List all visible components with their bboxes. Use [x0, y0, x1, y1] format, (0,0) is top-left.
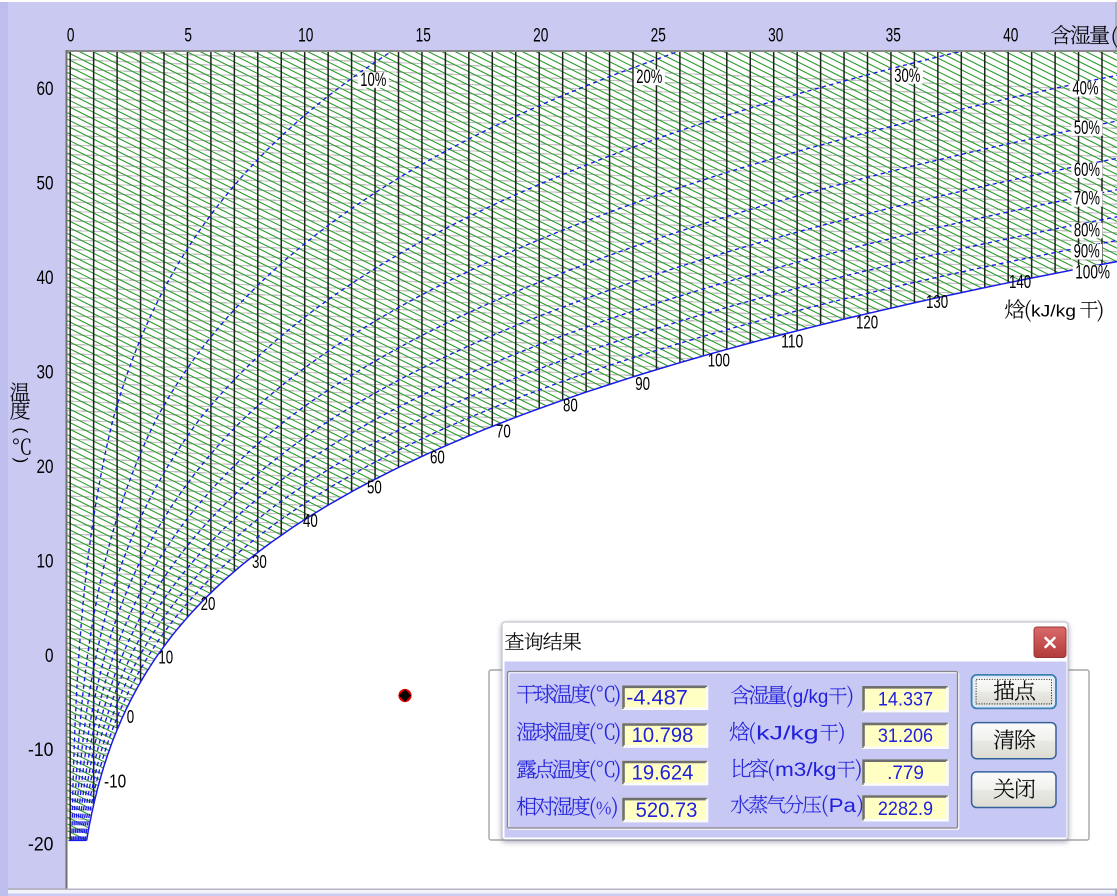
- svg-text:kJ/kg: kJ/kg: [1031, 302, 1076, 321]
- svg-text:20: 20: [37, 457, 54, 478]
- svg-text:90: 90: [635, 374, 650, 394]
- svg-text:20: 20: [201, 594, 216, 614]
- svg-text:g/kg: g/kg: [793, 687, 829, 708]
- svg-text:15: 15: [416, 26, 431, 47]
- svg-text:): ): [12, 458, 31, 464]
- svg-text:40: 40: [1003, 26, 1018, 47]
- svg-text:-4.487: -4.487: [626, 686, 688, 710]
- svg-text:-10: -10: [104, 772, 126, 792]
- svg-text:80: 80: [563, 396, 578, 416]
- svg-text:90%: 90%: [1074, 242, 1100, 263]
- svg-text:5: 5: [184, 26, 192, 47]
- svg-text:110: 110: [781, 332, 803, 352]
- svg-text:100: 100: [708, 351, 730, 371]
- svg-text:30: 30: [252, 552, 267, 572]
- svg-text:40: 40: [37, 268, 54, 289]
- svg-text:2282.9: 2282.9: [878, 798, 933, 820]
- svg-text:130: 130: [926, 292, 948, 312]
- svg-text:60%: 60%: [1074, 160, 1100, 181]
- svg-text:60: 60: [430, 448, 445, 468]
- svg-text:100%: 100%: [1075, 263, 1110, 284]
- svg-text:50%: 50%: [1074, 118, 1100, 139]
- svg-text:0: 0: [127, 707, 134, 727]
- svg-text:25: 25: [651, 26, 666, 47]
- svg-text:70: 70: [496, 422, 511, 442]
- svg-text:19.624: 19.624: [632, 761, 694, 785]
- svg-text:.779: .779: [887, 762, 924, 784]
- svg-text:60: 60: [37, 79, 54, 100]
- svg-text:m3/kg: m3/kg: [775, 760, 837, 781]
- svg-text:30: 30: [37, 363, 54, 384]
- svg-text:(: (: [12, 428, 31, 434]
- svg-text:30%: 30%: [894, 66, 920, 87]
- svg-text:kJ/kg: kJ/kg: [756, 723, 819, 744]
- svg-text:50: 50: [367, 478, 382, 498]
- svg-text:520.73: 520.73: [636, 798, 698, 822]
- svg-text:20%: 20%: [636, 67, 662, 88]
- svg-text:-10: -10: [28, 740, 54, 761]
- svg-text:20: 20: [533, 26, 548, 47]
- svg-text:Pa: Pa: [829, 796, 857, 817]
- svg-text:10%: 10%: [360, 70, 386, 91]
- svg-text:10: 10: [37, 551, 54, 572]
- svg-text:0: 0: [45, 646, 54, 667]
- svg-text:140: 140: [1009, 272, 1031, 292]
- svg-text:70%: 70%: [1074, 189, 1100, 210]
- svg-text:80%: 80%: [1074, 220, 1100, 241]
- svg-text:40%: 40%: [1072, 79, 1098, 100]
- svg-text:10: 10: [158, 647, 173, 667]
- svg-text:31.206: 31.206: [878, 725, 933, 747]
- svg-text:120: 120: [856, 313, 878, 333]
- svg-text:14.337: 14.337: [878, 689, 933, 711]
- svg-text:40: 40: [303, 511, 318, 531]
- svg-text:35: 35: [886, 26, 901, 47]
- svg-text:10: 10: [298, 26, 313, 47]
- svg-text:10.798: 10.798: [632, 723, 694, 747]
- svg-text:50: 50: [37, 174, 54, 195]
- svg-text:0: 0: [67, 26, 75, 47]
- svg-text:-20: -20: [28, 835, 54, 856]
- svg-text:30: 30: [768, 26, 783, 47]
